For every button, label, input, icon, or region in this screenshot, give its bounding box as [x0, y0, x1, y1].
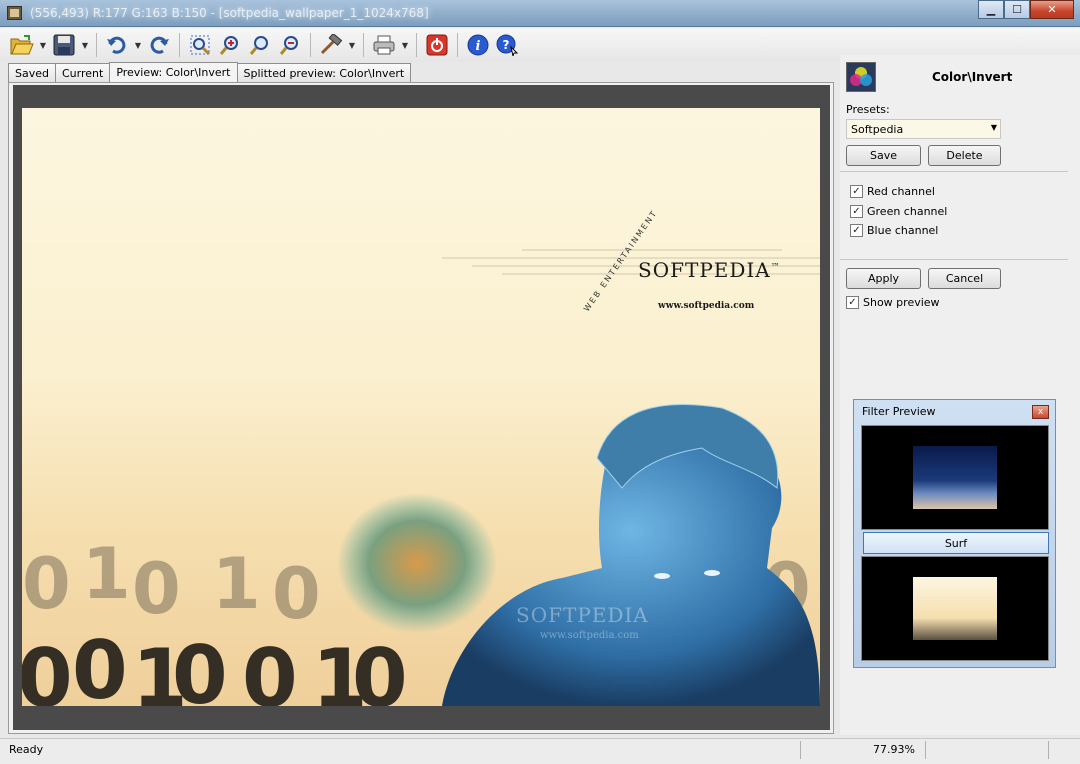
- toolbar-separator: [310, 33, 311, 57]
- toolbar-separator: [96, 33, 97, 57]
- green-channel-checkbox[interactable]: ✓ Green channel: [850, 205, 947, 218]
- filter-title: Color\Invert: [932, 70, 1013, 84]
- tools-icon[interactable]: [317, 31, 345, 59]
- undo-icon[interactable]: [103, 31, 131, 59]
- brand-text: SOFTPEDIA: [638, 258, 771, 282]
- svg-text:i: i: [476, 39, 481, 54]
- title-bar: (556,493) R:177 G:163 B:150 - [softpedia…: [0, 0, 1080, 27]
- chevron-down-icon: ▼: [990, 123, 997, 132]
- svg-text:0: 0: [72, 624, 128, 706]
- status-text: Ready: [9, 743, 44, 756]
- surf-button[interactable]: Surf: [863, 532, 1049, 554]
- svg-text:1: 1: [82, 533, 131, 615]
- toolbar-separator: [179, 33, 180, 57]
- zoom-level: 77.93%: [873, 743, 915, 756]
- tab-current[interactable]: Current: [54, 63, 111, 82]
- svg-text:1: 1: [212, 543, 261, 625]
- svg-text:0: 0: [172, 629, 228, 706]
- help-icon[interactable]: ?: [494, 31, 522, 59]
- status-separator: [800, 741, 801, 759]
- maximize-button[interactable]: ☐: [1004, 0, 1030, 19]
- checkbox-icon: ✓: [846, 296, 859, 309]
- presets-label: Presets:: [846, 103, 890, 116]
- save-dropdown-icon[interactable]: ▼: [80, 31, 90, 59]
- delete-preset-button[interactable]: Delete: [928, 145, 1001, 166]
- svg-text:?: ?: [503, 38, 510, 52]
- blue-channel-checkbox[interactable]: ✓ Blue channel: [850, 224, 938, 237]
- filter-preview-before: [861, 425, 1049, 530]
- presets-select[interactable]: Softpedia ▼: [846, 119, 1001, 139]
- svg-text:0: 0: [22, 543, 71, 625]
- checkbox-icon: ✓: [850, 205, 863, 218]
- tab-splitted-preview[interactable]: Splitted preview: Color\Invert: [236, 63, 412, 82]
- green-channel-label: Green channel: [867, 205, 948, 218]
- cancel-button[interactable]: Cancel: [928, 268, 1001, 289]
- svg-text:0: 0: [132, 548, 181, 630]
- checkbox-icon: ✓: [850, 224, 863, 237]
- red-channel-label: Red channel: [867, 185, 935, 198]
- blue-channel-label: Blue channel: [867, 224, 939, 237]
- svg-text:0: 0: [22, 632, 73, 706]
- status-separator: [1048, 741, 1049, 759]
- close-button[interactable]: ✕: [1030, 0, 1074, 19]
- trademark: ™: [770, 262, 781, 273]
- tab-preview[interactable]: Preview: Color\Invert: [109, 62, 238, 82]
- filter-preview-close-icon[interactable]: x: [1032, 405, 1049, 419]
- zoom-fit-icon[interactable]: [186, 31, 214, 59]
- red-channel-checkbox[interactable]: ✓ Red channel: [850, 185, 935, 198]
- image-watermark: SOFTPEDIA: [516, 603, 649, 627]
- brand-logo: SOFTPEDIA™: [638, 258, 781, 282]
- exit-icon[interactable]: [423, 31, 451, 59]
- checkbox-icon: ✓: [850, 185, 863, 198]
- svg-text:0: 0: [242, 632, 298, 706]
- minimize-button[interactable]: ▁: [978, 0, 1004, 19]
- app-icon: [7, 6, 22, 20]
- show-preview-checkbox[interactable]: ✓ Show preview: [846, 296, 940, 309]
- color-filter-icon: [846, 62, 876, 92]
- svg-text:0: 0: [272, 553, 321, 635]
- presets-value: Softpedia: [851, 123, 904, 136]
- preview-thumbnail-top: [913, 446, 997, 509]
- filter-preview-window: Filter Preview x Surf: [853, 399, 1056, 668]
- divider: [840, 259, 1068, 260]
- image-preview[interactable]: 0101010 0010010001 SOFTPEDIA™ www.softpe…: [22, 108, 820, 706]
- info-icon[interactable]: i: [464, 31, 492, 59]
- tab-saved[interactable]: Saved: [8, 63, 56, 82]
- toolbar-separator: [457, 33, 458, 57]
- open-icon[interactable]: [8, 31, 36, 59]
- svg-text:0: 0: [352, 632, 408, 706]
- filter-preview-after: [861, 556, 1049, 661]
- zoom-actual-icon[interactable]: [246, 31, 274, 59]
- window-controls: ▁ ☐ ✕: [978, 0, 1074, 19]
- divider: [840, 171, 1068, 172]
- status-separator: [925, 741, 926, 759]
- status-bar: Ready 77.93%: [0, 738, 1080, 764]
- print-icon[interactable]: [370, 31, 398, 59]
- redo-icon[interactable]: [145, 31, 173, 59]
- zoom-out-icon[interactable]: [276, 31, 304, 59]
- undo-dropdown-icon[interactable]: ▼: [133, 31, 143, 59]
- apply-button[interactable]: Apply: [846, 268, 921, 289]
- zoom-in-icon[interactable]: [216, 31, 244, 59]
- image-watermark-url: www.softpedia.com: [540, 630, 639, 641]
- tools-dropdown-icon[interactable]: ▼: [347, 31, 357, 59]
- save-preset-button[interactable]: Save: [846, 145, 921, 166]
- save-icon[interactable]: [50, 31, 78, 59]
- open-dropdown-icon[interactable]: ▼: [38, 31, 48, 59]
- window-title: (556,493) R:177 G:163 B:150 - [softpedia…: [30, 6, 429, 20]
- show-preview-label: Show preview: [863, 296, 940, 309]
- print-dropdown-icon[interactable]: ▼: [400, 31, 410, 59]
- toolbar-separator: [363, 33, 364, 57]
- preview-thumbnail-bottom: [913, 577, 997, 640]
- filter-preview-title: Filter Preview: [862, 405, 936, 418]
- view-tabs: Saved Current Preview: Color\Invert Spli…: [8, 62, 412, 82]
- brand-url: www.softpedia.com: [658, 301, 755, 311]
- wallpaper-artwork: 0101010 0010010001: [22, 249, 820, 706]
- toolbar-separator: [416, 33, 417, 57]
